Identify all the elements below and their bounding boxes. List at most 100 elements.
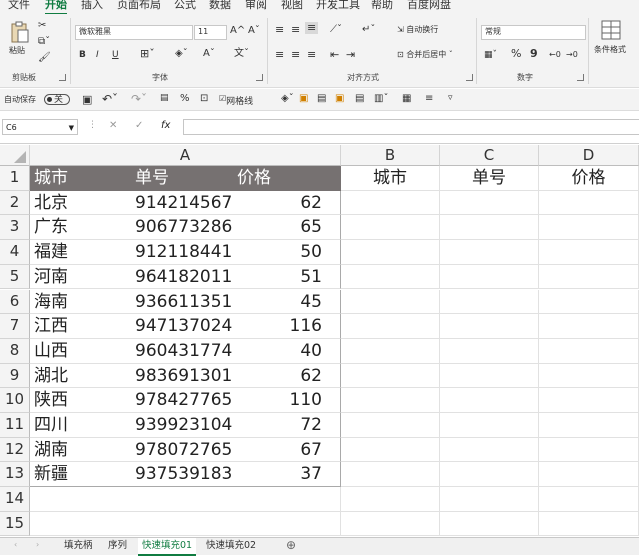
sheet-icon-7[interactable]: ≡ bbox=[425, 93, 433, 104]
filter-icon[interactable]: ⊡ bbox=[200, 93, 208, 104]
insert-function-icon[interactable]: fx bbox=[161, 120, 170, 131]
grid-cell[interactable] bbox=[440, 289, 539, 315]
borders-icon[interactable]: ⊞ˇ bbox=[140, 48, 155, 60]
sheet-tab-quick-fill-01[interactable]: 快速填充01 bbox=[138, 538, 197, 556]
table-header-row[interactable]: 城市 单号 价格 bbox=[30, 166, 341, 191]
tab-developer[interactable]: 开发工具 bbox=[316, 0, 360, 12]
grid-cell[interactable] bbox=[539, 511, 639, 537]
conditional-formatting-icon[interactable] bbox=[601, 20, 621, 40]
tab-help[interactable]: 帮助 bbox=[371, 0, 393, 12]
add-sheet-icon[interactable]: ⊕ bbox=[286, 538, 296, 552]
grid-cell[interactable] bbox=[440, 215, 539, 241]
grid-cell[interactable] bbox=[341, 264, 440, 290]
grid-cell[interactable] bbox=[539, 289, 639, 315]
row-header[interactable]: 15 bbox=[0, 511, 30, 537]
table-row[interactable]: 山西 960431774 40 bbox=[30, 338, 341, 364]
row-header[interactable]: 3 bbox=[0, 215, 30, 241]
number-format-quick-icon[interactable]: ▤ bbox=[160, 93, 169, 103]
column-header-d[interactable]: D bbox=[539, 145, 639, 166]
accounting-icon[interactable]: ▦ˇ bbox=[484, 49, 497, 61]
font-size-dropdown[interactable]: 11 bbox=[194, 25, 227, 40]
table-row[interactable]: 北京 914214567 62 bbox=[30, 190, 341, 216]
prev-sheet-icon[interactable]: ‹ bbox=[14, 540, 17, 549]
row-header[interactable]: 14 bbox=[0, 487, 30, 512]
grid-cell[interactable] bbox=[341, 363, 440, 389]
grid-cell[interactable] bbox=[440, 462, 539, 488]
font-name-dropdown[interactable]: 微软雅黑 bbox=[75, 25, 193, 40]
orientation-icon[interactable]: ⟋ˇ bbox=[330, 24, 342, 36]
decrease-decimal-icon[interactable]: →0 bbox=[566, 49, 578, 61]
sheet-tab-quick-fill-02[interactable]: 快速填充02 bbox=[202, 538, 260, 554]
grid-cell[interactable] bbox=[341, 388, 440, 413]
wrap-text-button[interactable]: ⇲ 自动换行 bbox=[397, 24, 438, 36]
row-header[interactable]: 5 bbox=[0, 264, 30, 290]
enter-icon[interactable]: ✓ bbox=[135, 120, 143, 131]
tab-review[interactable]: 审阅 bbox=[245, 0, 267, 12]
row-header[interactable]: 11 bbox=[0, 413, 30, 438]
table-row[interactable]: 江西 947137024 116 bbox=[30, 314, 341, 339]
tab-formulas[interactable]: 公式 bbox=[174, 0, 196, 12]
grid-cell[interactable] bbox=[440, 388, 539, 413]
sheet-icon-1[interactable]: ▣ bbox=[299, 93, 308, 104]
grid-cell[interactable] bbox=[539, 388, 639, 413]
table-row[interactable]: 四川 939923104 72 bbox=[30, 413, 341, 438]
column-header-b[interactable]: B bbox=[341, 145, 440, 166]
align-middle-icon[interactable]: ≡ bbox=[291, 24, 300, 36]
grid-cell[interactable] bbox=[440, 413, 539, 438]
grid-cell[interactable] bbox=[30, 511, 341, 537]
sheet-icon-6[interactable]: ▦ bbox=[402, 93, 411, 104]
grid-cell[interactable] bbox=[539, 437, 639, 463]
row-header[interactable]: 6 bbox=[0, 289, 30, 315]
grid-cell[interactable] bbox=[539, 462, 639, 488]
grid-cell[interactable] bbox=[539, 190, 639, 216]
column-header-c[interactable]: C bbox=[440, 145, 539, 166]
sheet-tab-series[interactable]: 序列 bbox=[104, 538, 131, 554]
percent-quick-icon[interactable]: % bbox=[180, 93, 190, 104]
grid-cell[interactable] bbox=[341, 240, 440, 265]
grid-cell[interactable] bbox=[440, 437, 539, 463]
grid-cell[interactable] bbox=[440, 363, 539, 389]
table-row[interactable]: 陕西 978427765 110 bbox=[30, 388, 341, 413]
bold-button[interactable]: B bbox=[79, 49, 86, 61]
grid-cell[interactable] bbox=[341, 190, 440, 216]
comma-button[interactable]: 9 bbox=[530, 48, 538, 60]
table-row[interactable]: 湖南 978072765 67 bbox=[30, 437, 341, 463]
grid-cell[interactable] bbox=[539, 487, 639, 512]
tab-view[interactable]: 视图 bbox=[281, 0, 303, 12]
formula-input[interactable] bbox=[183, 119, 639, 135]
grid-cell[interactable] bbox=[341, 215, 440, 241]
row-header[interactable]: 9 bbox=[0, 363, 30, 389]
right-header-cell[interactable]: 单号 bbox=[440, 166, 539, 191]
table-row[interactable]: 福建 912118441 50 bbox=[30, 240, 341, 265]
table-row[interactable]: 新疆 937539183 37 bbox=[30, 462, 341, 488]
grid-cell[interactable] bbox=[440, 511, 539, 537]
sheet-icon-5[interactable]: ▥ˇ bbox=[374, 93, 388, 104]
align-top-icon[interactable]: ≡ bbox=[275, 24, 284, 36]
tab-page-layout[interactable]: 页面布局 bbox=[117, 0, 161, 12]
grid-cell[interactable] bbox=[440, 314, 539, 339]
column-header-a[interactable]: A bbox=[30, 145, 341, 166]
grid-cell[interactable] bbox=[539, 215, 639, 241]
sheet-icon-3[interactable]: ▣ bbox=[335, 93, 344, 104]
sheet-icon-4[interactable]: ▤ bbox=[355, 93, 364, 104]
grid-cell[interactable] bbox=[341, 511, 440, 537]
phonetic-icon[interactable]: 文ˇ bbox=[234, 48, 249, 60]
conditional-formatting-button[interactable]: 条件格式 bbox=[594, 44, 626, 56]
name-box[interactable]: C6 ▼ bbox=[2, 119, 78, 135]
grid-cell[interactable] bbox=[341, 487, 440, 512]
redo-icon[interactable]: ↷ˇ bbox=[131, 92, 147, 106]
table-row[interactable]: 河南 964182011 51 bbox=[30, 264, 341, 290]
grid-cell[interactable] bbox=[539, 314, 639, 339]
grid-cell[interactable] bbox=[539, 363, 639, 389]
paste-button[interactable]: 粘贴 bbox=[9, 45, 25, 57]
right-header-cell[interactable]: 城市 bbox=[341, 166, 440, 191]
format-painter-icon[interactable]: 🖌 bbox=[38, 52, 51, 64]
tab-data[interactable]: 数据 bbox=[209, 0, 231, 12]
grid-cell[interactable] bbox=[341, 289, 440, 315]
tab-home[interactable]: 开始 bbox=[45, 0, 67, 15]
alignment-launcher-icon[interactable] bbox=[466, 74, 473, 81]
row-header[interactable]: 2 bbox=[0, 190, 30, 216]
align-bottom-icon[interactable]: ≡ bbox=[305, 22, 319, 34]
row-header[interactable]: 4 bbox=[0, 240, 30, 265]
grid-cell[interactable] bbox=[341, 462, 440, 488]
